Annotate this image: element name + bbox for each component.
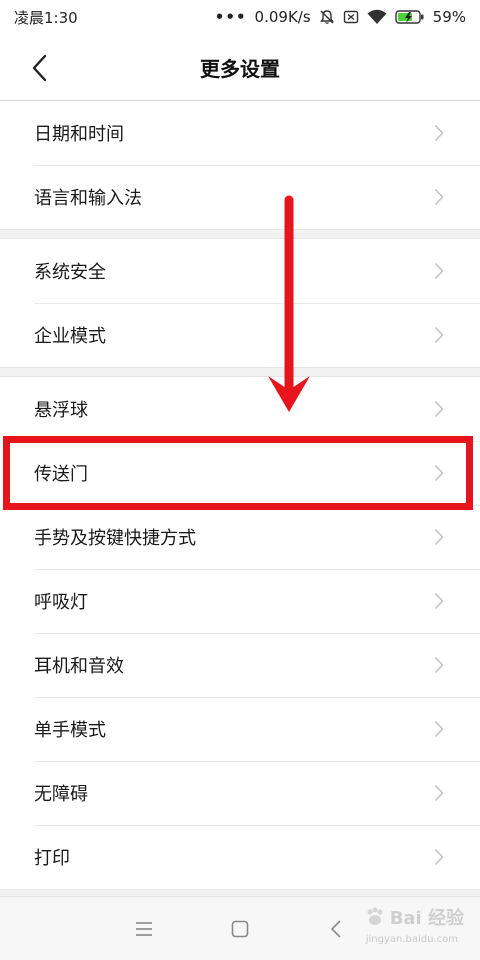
settings-item-label: 耳机和音效 <box>34 656 124 677</box>
watermark: Bai 经验 <box>364 904 464 930</box>
home-square-icon <box>231 920 249 937</box>
settings-item-breathing-light[interactable]: 呼吸灯 <box>0 569 480 633</box>
page-header: 更多设置 <box>0 34 480 100</box>
watermark-text: Bai 经验 <box>389 908 464 929</box>
chevron-right-icon <box>434 463 446 483</box>
group-divider <box>0 229 480 239</box>
settings-item-label: 呼吸灯 <box>34 592 88 613</box>
settings-item-label: 手势及按键快捷方式 <box>34 528 196 549</box>
settings-item-label: 传送门 <box>34 464 88 485</box>
settings-item-label: 无障碍 <box>34 784 88 805</box>
settings-item-date-time[interactable]: 日期和时间 <box>0 101 480 165</box>
settings-item-print[interactable]: 打印 <box>0 825 480 889</box>
chevron-right-icon <box>434 261 446 281</box>
network-speed: 0.09K/s <box>254 8 311 26</box>
chevron-right-icon <box>434 325 446 345</box>
settings-item-label: 语言和输入法 <box>34 188 142 209</box>
back-button[interactable] <box>22 52 58 84</box>
settings-item-accessibility[interactable]: 无障碍 <box>0 761 480 825</box>
chevron-right-icon <box>434 527 446 547</box>
status-dots: ••• <box>214 8 247 26</box>
battery-percent: 59% <box>432 8 466 26</box>
settings-item-portal[interactable]: 传送门 <box>0 441 480 505</box>
battery-charging-icon <box>394 9 425 25</box>
watermark-subtext: jingyan.baidu.com <box>365 934 458 945</box>
settings-group-2: 系统安全 企业模式 <box>0 239 480 367</box>
chevron-left-icon <box>32 54 47 82</box>
sim-x-icon <box>343 9 359 25</box>
settings-item-enterprise-mode[interactable]: 企业模式 <box>0 303 480 367</box>
status-time: 凌晨1:30 <box>14 8 78 27</box>
settings-item-label: 打印 <box>34 848 70 869</box>
settings-item-label: 企业模式 <box>34 326 106 347</box>
chevron-right-icon <box>434 847 446 867</box>
status-indicators: ••• 0.09K/s 59% <box>215 8 466 26</box>
settings-item-label: 系统安全 <box>34 262 106 283</box>
menu-icon <box>136 921 152 936</box>
settings-item-label: 悬浮球 <box>34 400 88 421</box>
chevron-right-icon <box>434 399 446 419</box>
nav-back-button[interactable] <box>321 914 351 944</box>
settings-item-label: 日期和时间 <box>34 124 124 145</box>
chevron-right-icon <box>434 591 446 611</box>
page-title: 更多设置 <box>200 56 280 81</box>
mute-bell-icon <box>319 9 335 25</box>
back-triangle-icon <box>330 919 341 938</box>
settings-item-headphones-audio[interactable]: 耳机和音效 <box>0 633 480 697</box>
chevron-right-icon <box>434 719 446 739</box>
chevron-right-icon <box>434 655 446 675</box>
home-button[interactable] <box>225 914 255 944</box>
settings-item-gestures-shortcuts[interactable]: 手势及按键快捷方式 <box>0 505 480 569</box>
group-divider <box>0 367 480 377</box>
chevron-right-icon <box>434 123 446 143</box>
settings-item-language-input[interactable]: 语言和输入法 <box>0 165 480 229</box>
settings-item-floating-ball[interactable]: 悬浮球 <box>0 377 480 441</box>
settings-group-1: 日期和时间 语言和输入法 <box>0 101 480 229</box>
settings-item-label: 单手模式 <box>34 720 106 741</box>
paw-logo-icon <box>367 907 383 925</box>
wifi-icon <box>367 9 387 25</box>
status-bar: 凌晨1:30 ••• 0.09K/s 59% <box>0 0 480 34</box>
settings-group-3: 悬浮球 传送门 手势及按键快捷方式 呼吸灯 耳机和音效 单手模式 无障碍 打印 <box>0 377 480 889</box>
chevron-right-icon <box>434 783 446 803</box>
settings-item-one-handed-mode[interactable]: 单手模式 <box>0 697 480 761</box>
menu-button[interactable] <box>129 914 159 944</box>
settings-item-system-security[interactable]: 系统安全 <box>0 239 480 303</box>
chevron-right-icon <box>434 187 446 207</box>
